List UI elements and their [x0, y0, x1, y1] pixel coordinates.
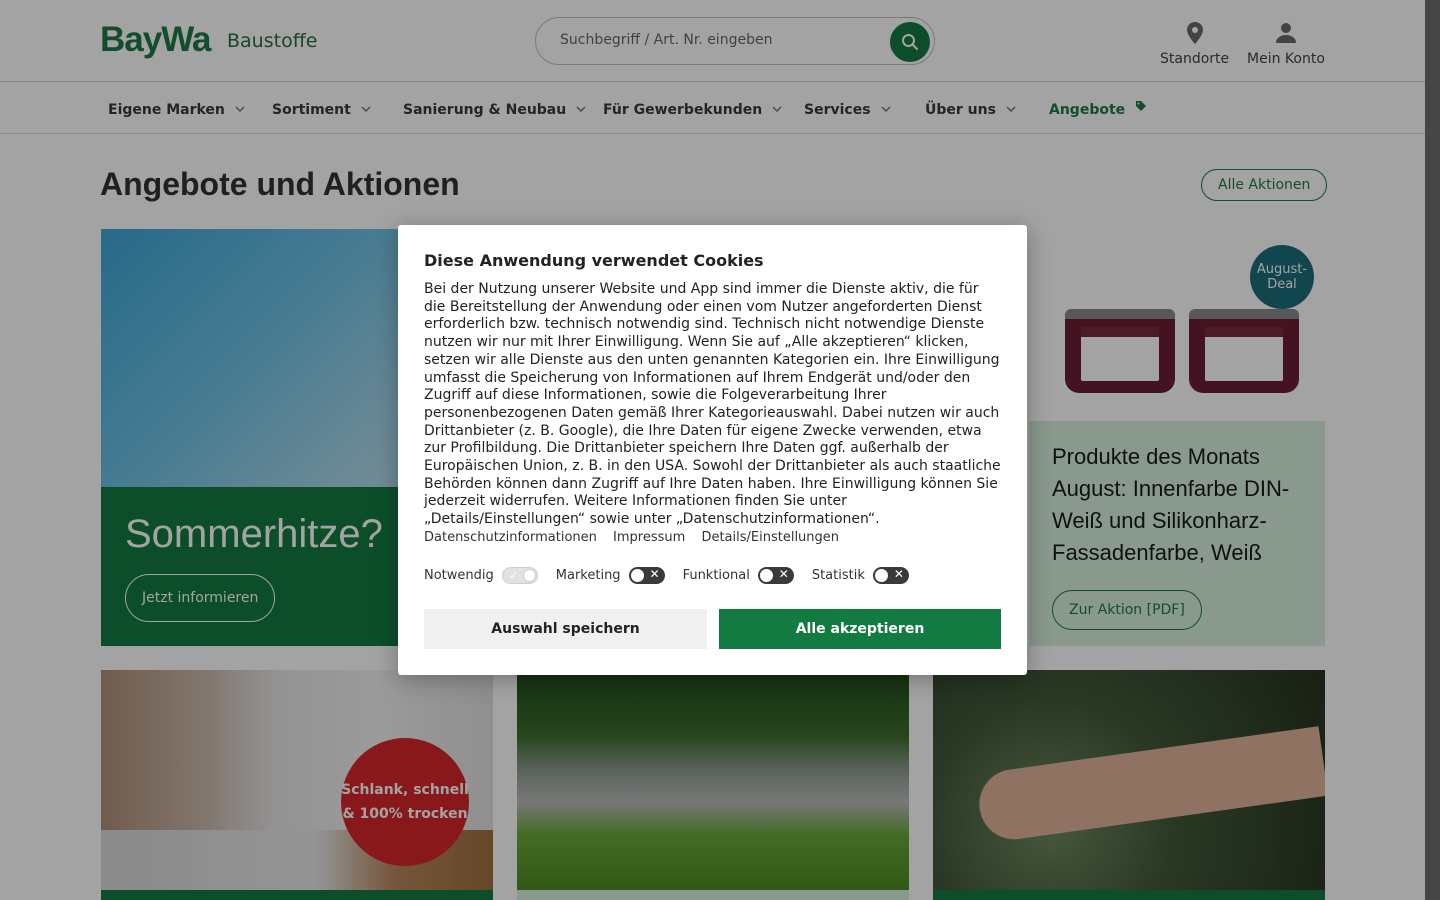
- details-settings-link[interactable]: Details/Einstellungen: [701, 530, 839, 545]
- check-icon: ✓: [508, 569, 518, 582]
- toggle-notwendig: Notwendig ✓: [424, 567, 538, 584]
- close-icon: ✕: [893, 567, 904, 581]
- close-icon: ✕: [649, 567, 660, 581]
- toggle-label: Marketing: [555, 568, 621, 583]
- funktional-switch[interactable]: ✕: [757, 567, 794, 584]
- close-icon: ✕: [778, 567, 789, 581]
- toggle-label: Funktional: [682, 568, 750, 583]
- imprint-link[interactable]: Impressum: [613, 530, 685, 545]
- save-selection-button[interactable]: Auswahl speichern: [424, 609, 707, 649]
- toggle-funktional: Funktional ✕: [683, 567, 794, 584]
- toggle-marketing: Marketing ✕: [556, 567, 665, 584]
- marketing-switch[interactable]: ✕: [628, 567, 665, 584]
- cookie-dialog-title: Diese Anwendung verwendet Cookies: [424, 251, 764, 270]
- privacy-info-link[interactable]: Datenschutzinformationen: [424, 530, 597, 545]
- statistik-switch[interactable]: ✕: [872, 567, 909, 584]
- cookie-category-toggles: Notwendig ✓ Marketing ✕ Funktional ✕ Sta…: [424, 567, 927, 584]
- cookie-dialog-text: Bei der Nutzung unserer Website und App …: [424, 281, 1001, 528]
- notwendig-switch: ✓: [501, 567, 538, 584]
- toggle-statistik: Statistik ✕: [812, 567, 909, 584]
- toggle-label: Notwendig: [424, 568, 494, 583]
- cookie-consent-dialog: Diese Anwendung verwendet Cookies Bei de…: [398, 225, 1027, 675]
- toggle-label: Statistik: [811, 568, 865, 583]
- cookie-links: Datenschutzinformationen Impressum Detai…: [424, 530, 851, 545]
- accept-all-button[interactable]: Alle akzeptieren: [719, 609, 1001, 649]
